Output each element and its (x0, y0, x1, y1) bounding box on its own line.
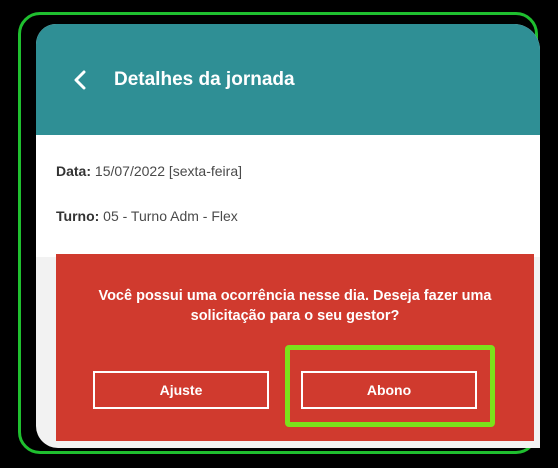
app-screen: Detalhes da jornada Data: 15/07/2022 [se… (36, 24, 540, 448)
abono-button[interactable]: Abono (301, 371, 477, 409)
shift-row: Turno: 05 - Turno Adm - Flex (56, 208, 238, 224)
occurrence-alert: Você possui uma ocorrência nesse dia. De… (56, 254, 534, 441)
back-button[interactable] (68, 68, 92, 92)
app-header: Detalhes da jornada (36, 24, 540, 135)
date-label: Data: (56, 163, 92, 179)
date-value: 15/07/2022 [sexta-feira] (91, 163, 243, 179)
shift-label: Turno: (56, 208, 100, 224)
shift-value: 05 - Turno Adm - Flex (99, 208, 238, 224)
alert-message: Você possui uma ocorrência nesse dia. De… (98, 288, 492, 324)
journey-info: Data: 15/07/2022 [sexta-feira] Turno: 05… (36, 135, 540, 257)
adjust-button[interactable]: Ajuste (93, 371, 269, 409)
chevron-left-icon (74, 70, 86, 89)
date-row: Data: 15/07/2022 [sexta-feira] (56, 163, 242, 179)
page-title: Detalhes da jornada (114, 68, 295, 90)
